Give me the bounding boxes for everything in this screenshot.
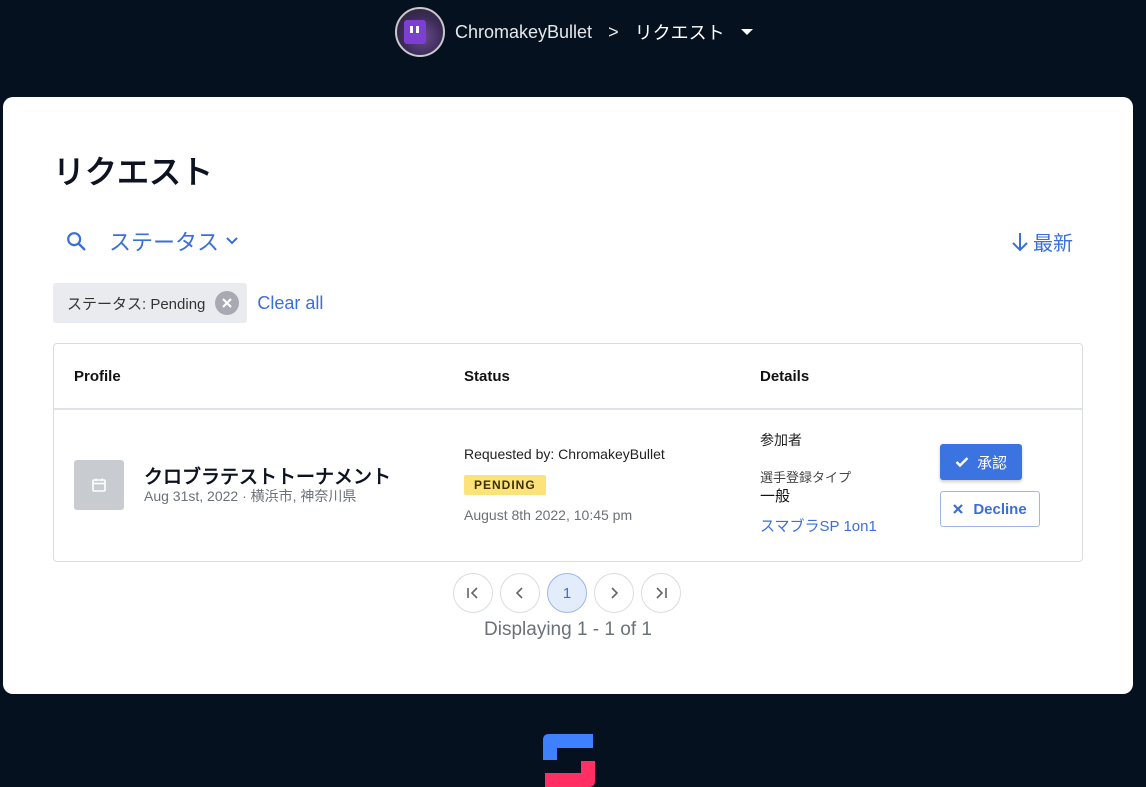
table-row: クロブラテストトーナメント Aug 31st, 2022 · 横浜市, 神奈川県… bbox=[54, 410, 1082, 560]
calendar-icon bbox=[74, 460, 124, 510]
chevron-left-icon bbox=[515, 587, 523, 599]
details-label: 参加者 bbox=[760, 432, 802, 448]
breadcrumb-current[interactable]: リクエスト bbox=[635, 19, 725, 45]
sort-label: 最新 bbox=[1033, 233, 1073, 255]
header-profile: Profile bbox=[74, 368, 121, 385]
filter-chip: ステータス: Pending bbox=[53, 283, 248, 323]
pagination: 1 bbox=[453, 573, 688, 613]
requests-table: Profile Status Details クロブラテストトーナメント Aug… bbox=[53, 343, 1083, 562]
header-details: Details bbox=[760, 368, 810, 385]
startgg-logo-icon[interactable] bbox=[543, 734, 595, 787]
filter-row: ステータス bbox=[65, 225, 239, 257]
requested-by: Requested by: ChromakeyBullet bbox=[464, 446, 665, 462]
decline-button[interactable]: Decline bbox=[940, 491, 1040, 527]
sort-button[interactable]: 最新 bbox=[1011, 227, 1073, 256]
table-header: Profile Status Details bbox=[54, 344, 1082, 410]
status-filter-label: ステータス bbox=[109, 230, 220, 255]
registration-type-label: 選手登録タイプ bbox=[760, 470, 852, 485]
clear-all-link[interactable]: Clear all bbox=[257, 293, 323, 314]
event-name[interactable]: クロブラテストトーナメント bbox=[144, 462, 391, 489]
page-1-button[interactable]: 1 bbox=[547, 573, 587, 613]
approve-button[interactable]: 承認 bbox=[940, 444, 1022, 480]
main-card: リクエスト ステータス 最新 ステータス: Pending Clear all … bbox=[3, 97, 1133, 694]
requested-at: August 8th 2022, 10:45 pm bbox=[464, 507, 633, 523]
header-status: Status bbox=[464, 368, 510, 385]
status-badge: PENDING bbox=[464, 475, 546, 495]
last-page-icon bbox=[656, 587, 667, 599]
caret-down-icon[interactable] bbox=[740, 29, 753, 35]
next-page-button[interactable] bbox=[594, 573, 634, 613]
breadcrumb-separator: > bbox=[608, 21, 619, 42]
registration-type-value: 一般 bbox=[760, 488, 791, 505]
first-page-button[interactable] bbox=[453, 573, 493, 613]
decline-label: Decline bbox=[973, 500, 1027, 518]
approve-label: 承認 bbox=[976, 454, 1007, 472]
close-icon[interactable] bbox=[215, 291, 240, 315]
breadcrumb: ChromakeyBullet > リクエスト bbox=[395, 7, 753, 57]
chevron-right-icon bbox=[611, 587, 619, 599]
close-icon bbox=[953, 504, 964, 514]
breadcrumb-user[interactable]: ChromakeyBullet bbox=[455, 22, 592, 43]
chevron-down-icon bbox=[226, 237, 238, 245]
last-page-button[interactable] bbox=[641, 573, 681, 613]
check-icon bbox=[955, 457, 969, 468]
event-meta: Aug 31st, 2022 · 横浜市, 神奈川県 bbox=[144, 488, 357, 504]
search-icon[interactable] bbox=[65, 230, 87, 252]
prev-page-button[interactable] bbox=[500, 573, 540, 613]
event-link[interactable]: スマブラSP 1on1 bbox=[760, 515, 877, 536]
arrow-down-icon bbox=[1012, 232, 1028, 251]
twitch-icon bbox=[404, 20, 426, 44]
pagination-summary: Displaying 1 - 1 of 1 bbox=[484, 619, 652, 640]
active-filters: ステータス: Pending Clear all bbox=[53, 283, 323, 323]
first-page-icon bbox=[467, 587, 478, 599]
avatar[interactable] bbox=[395, 7, 445, 57]
status-filter-dropdown[interactable]: ステータス bbox=[109, 225, 239, 257]
filter-chip-label: ステータス: Pending bbox=[67, 295, 206, 313]
page-title: リクエスト bbox=[53, 154, 214, 190]
